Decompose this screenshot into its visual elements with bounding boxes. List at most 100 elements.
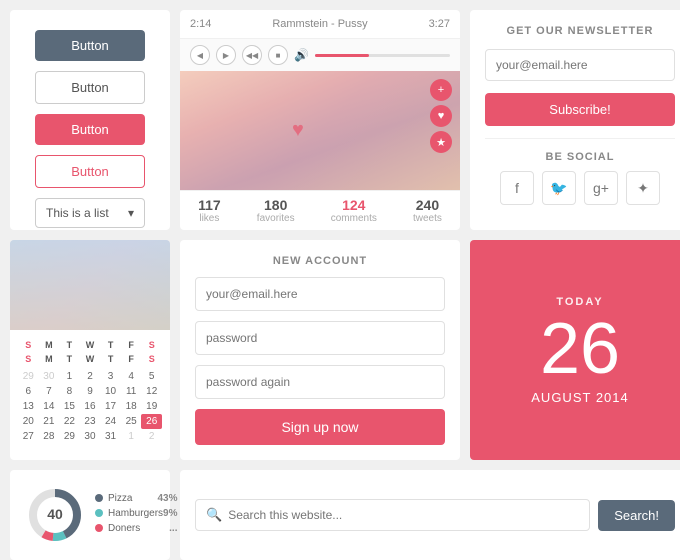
- red-button[interactable]: Button: [35, 114, 145, 145]
- volume-icon: 🔊: [294, 48, 309, 62]
- likes-label: likes: [198, 213, 221, 224]
- total-time: 3:27: [429, 18, 450, 30]
- dribbble-button[interactable]: ✦: [626, 171, 660, 205]
- svg-text:40: 40: [47, 506, 63, 522]
- dark-button[interactable]: Button: [35, 30, 145, 61]
- likes-value: 117: [198, 197, 221, 213]
- legend-row-hamburgers: Hamburgers 9%: [95, 508, 177, 519]
- comments-label: comments: [331, 213, 377, 224]
- calendar-row-1: 6 7 8 9 10 11 12: [18, 384, 162, 399]
- tweets-value: 240: [413, 197, 442, 213]
- social-icons-row: f 🐦 g+ ✦: [485, 171, 675, 205]
- day-wed2: W: [80, 352, 101, 366]
- social-section: BE SOCIAL f 🐦 g+ ✦: [485, 138, 675, 205]
- player-controls-bar: ◀ ▶ ◀◀ ■ 🔊: [180, 39, 460, 71]
- day-fri2: F: [121, 352, 142, 366]
- add-action-button[interactable]: +: [430, 79, 452, 101]
- dropdown-button[interactable]: This is a list ▾: [35, 198, 145, 228]
- player-action-buttons: + ♥ ★: [430, 79, 452, 153]
- progress-bar[interactable]: [315, 54, 450, 57]
- likes-stat: 117 likes: [198, 197, 221, 224]
- account-password2-input[interactable]: [195, 365, 445, 399]
- doners-pct: ...: [169, 523, 177, 534]
- today-day-number: 26: [540, 313, 620, 385]
- today-panel: TODAY 26 AUGUST 2014: [470, 240, 680, 460]
- search-icon: 🔍: [206, 507, 222, 523]
- subscribe-button[interactable]: Subscribe!: [485, 93, 675, 126]
- today-month-label: AUGUST 2014: [531, 390, 628, 405]
- transport-controls: ◀ ▶ ◀◀ ■: [190, 45, 288, 65]
- favorites-value: 180: [257, 197, 295, 213]
- calendar-row-3: 20 21 22 23 24 25 26: [18, 414, 162, 429]
- day-mon1: M: [39, 338, 60, 352]
- progress-fill: [315, 54, 369, 57]
- day-sun1: S: [18, 338, 39, 352]
- newsletter-panel: GET OUR NEWSLETTER Subscribe! BE SOCIAL …: [470, 10, 680, 230]
- prev-button[interactable]: ◀: [190, 45, 210, 65]
- search-input[interactable]: [228, 508, 579, 522]
- day-thu1: T: [100, 338, 121, 352]
- newsletter-title: GET OUR NEWSLETTER: [485, 25, 675, 37]
- day-sat1: S: [141, 338, 162, 352]
- outline-red-button[interactable]: Button: [35, 155, 145, 188]
- track-name: Rammstein - Pussy: [272, 18, 367, 30]
- back-button[interactable]: ◀◀: [242, 45, 262, 65]
- calendar-grid: S M T W T F S S M T W T F S 29 30 1 2 3: [10, 330, 170, 452]
- hamburgers-dot: [95, 509, 103, 517]
- calendar-image: [10, 240, 170, 330]
- comments-stat: 124 comments: [331, 197, 377, 224]
- newsletter-email-input[interactable]: [485, 49, 675, 81]
- music-player-panel: 2:14 Rammstein - Pussy 3:27 ◀ ▶ ◀◀ ■ 🔊 ♥…: [180, 10, 460, 230]
- chart-panel: 40 Pizza 43% Hamburgers 9% Doners ...: [10, 470, 170, 560]
- doners-name: Doners: [108, 523, 169, 534]
- search-button[interactable]: Search!: [598, 500, 675, 531]
- outline-button[interactable]: Button: [35, 71, 145, 104]
- new-account-panel: NEW ACCOUNT Sign up now: [180, 240, 460, 460]
- chart-legend: Pizza 43% Hamburgers 9% Doners ...: [95, 493, 177, 538]
- stop-button[interactable]: ■: [268, 45, 288, 65]
- social-title: BE SOCIAL: [485, 151, 675, 163]
- doners-dot: [95, 524, 103, 532]
- player-top-bar: 2:14 Rammstein - Pussy 3:27: [180, 10, 460, 39]
- favorites-stat: 180 favorites: [257, 197, 295, 224]
- legend-row-pizza: Pizza 43%: [95, 493, 177, 504]
- hamburgers-name: Hamburgers: [108, 508, 163, 519]
- pizza-dot: [95, 494, 103, 502]
- signup-button[interactable]: Sign up now: [195, 409, 445, 445]
- current-time: 2:14: [190, 18, 211, 30]
- tweets-stat: 240 tweets: [413, 197, 442, 224]
- favorites-label: favorites: [257, 213, 295, 224]
- account-title: NEW ACCOUNT: [195, 255, 445, 267]
- play-button[interactable]: ▶: [216, 45, 236, 65]
- comments-value: 124: [331, 197, 377, 213]
- day-fri1: F: [121, 338, 142, 352]
- calendar-row-0: 29 30 1 2 3 4 5: [18, 369, 162, 384]
- day-thu2: T: [100, 352, 121, 366]
- facebook-button[interactable]: f: [500, 171, 534, 205]
- legend-row-doners: Doners ...: [95, 523, 177, 534]
- googleplus-button[interactable]: g+: [584, 171, 618, 205]
- twitter-button[interactable]: 🐦: [542, 171, 576, 205]
- pizza-pct: 43%: [157, 493, 177, 504]
- search-panel: 🔍 Search!: [180, 470, 680, 560]
- account-password-input[interactable]: [195, 321, 445, 355]
- star-action-button[interactable]: ★: [430, 131, 452, 153]
- chevron-down-icon: ▾: [128, 206, 134, 220]
- day-mon2: M: [39, 352, 60, 366]
- day-sun2: S: [18, 352, 39, 366]
- hamburgers-pct: 9%: [163, 508, 177, 519]
- search-input-wrap: 🔍: [195, 499, 590, 531]
- today-label: TODAY: [556, 296, 603, 308]
- heart-action-button[interactable]: ♥: [430, 105, 452, 127]
- calendar-panel: S M T W T F S S M T W T F S 29 30 1 2 3: [10, 240, 170, 460]
- cover-bg: [180, 71, 460, 190]
- heart-tattoo: ♥: [292, 119, 304, 142]
- day-tue1: T: [59, 338, 80, 352]
- calendar-row-2: 13 14 15 16 17 18 19: [18, 399, 162, 414]
- pizza-name: Pizza: [108, 493, 157, 504]
- day-tue2: T: [59, 352, 80, 366]
- player-stats-bar: 117 likes 180 favorites 124 comments 240…: [180, 190, 460, 230]
- donut-chart: 40: [25, 485, 85, 545]
- bottom-row: 40 Pizza 43% Hamburgers 9% Doners ...: [10, 470, 680, 530]
- account-email-input[interactable]: [195, 277, 445, 311]
